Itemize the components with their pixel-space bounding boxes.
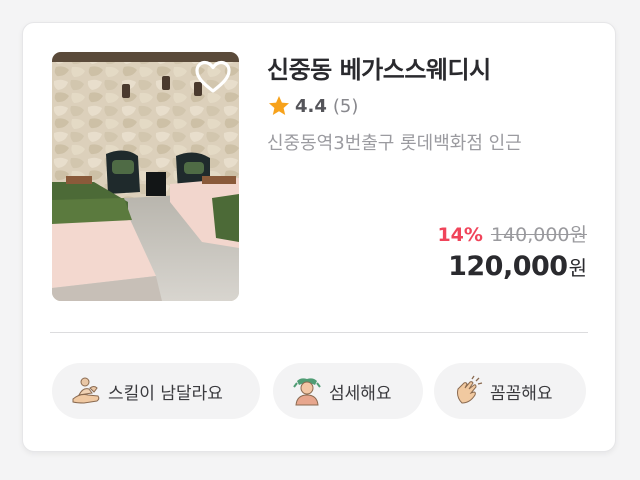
star-icon (269, 96, 289, 115)
tag-thorough[interactable]: 꼼꼼해요 (434, 363, 586, 419)
tag-label: 섬세해요 (329, 383, 392, 404)
tag-skill[interactable]: 스킬이 남달라요 (52, 363, 260, 419)
listing-name: 신중동 베가스스웨디시 (267, 56, 491, 84)
tag-detail[interactable]: 섬세해요 (273, 363, 423, 419)
rating-row: 4.4 (5) (267, 91, 587, 121)
rating-value: 4.4 (295, 95, 327, 117)
final-price-row: 120,000원 (437, 251, 587, 282)
tag-label: 꼼꼼해요 (490, 383, 553, 404)
price-block: 14% 140,000원 120,000원 (437, 221, 587, 282)
discount-rate: 14% (437, 224, 483, 246)
favorite-heart-icon[interactable] (194, 59, 232, 95)
review-tags: 스킬이 남달라요 섬세해요 꼼꼼해요 (52, 363, 586, 419)
tag-label: 스킬이 남달라요 (108, 383, 223, 404)
discount-row: 14% 140,000원 (437, 221, 587, 249)
listing-info: 신중동 베가스스웨디시 4.4 (5) 신중동역3번출구 롯데백화점 인근 (267, 53, 587, 158)
divider (50, 332, 588, 333)
clapping-hands-icon (457, 375, 483, 404)
listing-photo[interactable] (52, 52, 239, 301)
listing-card[interactable]: 신중동 베가스스웨디시 4.4 (5) 신중동역3번출구 롯데백화점 인근 14… (22, 22, 616, 452)
person-massage-icon (293, 378, 321, 406)
currency-unit: 원 (568, 256, 587, 280)
review-count: (5) (332, 95, 359, 117)
listing-address: 신중동역3번출구 롯데백화점 인근 (267, 133, 522, 154)
original-price: 140,000원 (490, 224, 587, 246)
hand-massage-icon (72, 377, 100, 404)
final-price: 120,000 (448, 251, 568, 282)
